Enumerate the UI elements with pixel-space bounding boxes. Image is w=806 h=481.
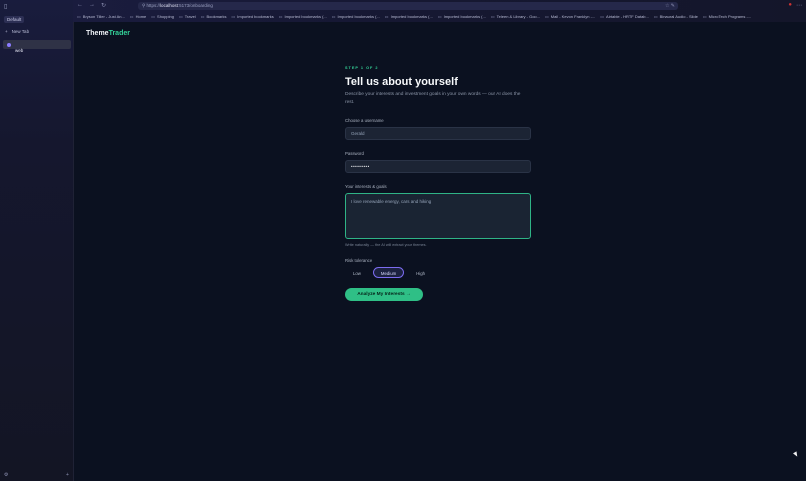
risk-label: Risk tolerance xyxy=(345,258,373,263)
risk-selector: Low Medium High xyxy=(345,267,531,278)
folder-icon: ▭ xyxy=(278,14,283,19)
settings-icon[interactable]: ⚙ xyxy=(4,472,8,478)
bookmark-label: Bryson Tiller - Just An... xyxy=(82,14,125,19)
bookmark-item[interactable]: ▭ Imported bookmarks (... xyxy=(279,13,327,20)
forward-icon[interactable]: → xyxy=(89,2,95,9)
bookmark-item[interactable]: ▭ Imported bookmarks (... xyxy=(332,13,380,20)
interests-textarea[interactable]: I love renewable energy, cars and hiking xyxy=(345,193,531,239)
bookmark-item[interactable]: ▭ Bookmarks xyxy=(201,13,227,20)
bookmark-label: Airtable - HRTF Datab... xyxy=(606,14,649,19)
folder-icon: ▭ xyxy=(653,14,658,19)
app-logo[interactable]: ThemeTrader xyxy=(86,30,130,37)
browser-toolbar: ← → ↻ ⚲ https://localhost:5173/onboardin… xyxy=(73,0,806,22)
sidebar-tab-web[interactable]: web xyxy=(3,40,71,53)
username-label: Choose a username xyxy=(345,118,384,123)
interests-hint: Write naturally — the AI will extract yo… xyxy=(345,243,427,247)
folder-icon: ▭ xyxy=(490,14,495,19)
step-indicator: STEP 1 OF 2 xyxy=(345,66,379,70)
logo-text-theme: Theme xyxy=(86,30,109,37)
bookmark-item[interactable]: ▭ Airtable - HRTF Datab... xyxy=(600,13,649,20)
interests-label: Your interests & goals xyxy=(345,184,387,189)
folder-icon: ▭ xyxy=(200,14,205,19)
url-host: localhost xyxy=(160,3,178,8)
analyze-interests-button[interactable]: Analyze My Interests → xyxy=(345,288,423,301)
bookmark-star-icon[interactable]: ☆ ✎ xyxy=(665,2,675,10)
bookmark-item[interactable]: ▭ Imported bookmarks xyxy=(231,13,273,20)
folder-icon: ▭ xyxy=(702,14,707,19)
plus-icon: + xyxy=(5,29,8,34)
bookmark-label: Imported bookmarks (... xyxy=(284,14,327,19)
sidebar-toggle-icon[interactable]: ▯ xyxy=(4,3,7,10)
bookmark-item[interactable]: ▭ MicroTech Programs -... xyxy=(703,13,751,20)
address-bar[interactable]: ⚲ https://localhost:5173/onboarding ☆ ✎ xyxy=(138,2,678,10)
bookmark-label: MicroTech Programs -... xyxy=(708,14,752,19)
folder-icon: ▭ xyxy=(231,14,236,19)
bookmark-item[interactable]: ▭ Home xyxy=(130,13,146,20)
folder-icon: ▭ xyxy=(331,14,336,19)
bookmark-item[interactable]: ▭ Imported bookmarks (... xyxy=(385,13,433,20)
risk-option-medium[interactable]: Medium xyxy=(372,267,405,278)
bookmark-label: Imported bookmarks (... xyxy=(443,14,486,19)
password-label: Password xyxy=(345,151,364,156)
tab-favicon-icon xyxy=(7,42,11,47)
risk-option-high[interactable]: High xyxy=(408,267,433,278)
onboarding-form: STEP 1 OF 2 Tell us about yourself Descr… xyxy=(345,66,531,301)
bookmarks-bar: ▭ Bryson Tiller - Just An... ▭ Home ▭ Shoppin… xyxy=(77,13,751,20)
bookmark-label: Travel xyxy=(184,14,196,19)
folder-icon: ▭ xyxy=(600,14,605,19)
bookmark-label: Imported bookmarks (... xyxy=(337,14,380,19)
menu-icon[interactable]: ⋯ xyxy=(796,2,802,9)
folder-icon: ▭ xyxy=(437,14,442,19)
bookmark-label: Home xyxy=(135,14,147,19)
password-input[interactable]: ••••••••• xyxy=(345,160,531,173)
workspace-badge[interactable]: Default xyxy=(4,16,25,23)
tab-label: web xyxy=(15,47,24,53)
page-content: ThemeTrader STEP 1 OF 2 Tell us about yo… xyxy=(74,22,806,481)
browser-sidebar: ▯ Default + New Tab web ⚙ + xyxy=(0,0,74,481)
folder-icon: ▭ xyxy=(129,14,134,19)
mouse-cursor-icon xyxy=(793,451,799,458)
folder-icon: ▭ xyxy=(384,14,389,19)
bookmark-item[interactable]: ▭ Binaural Audio - Slide xyxy=(654,13,698,20)
bookmark-item[interactable]: ▭ Teleen & Library - Goo... xyxy=(491,13,540,20)
risk-option-low[interactable]: Low xyxy=(345,267,369,278)
bookmark-label: Imported bookmarks (... xyxy=(390,14,433,19)
bookmark-item[interactable]: ▭ Imported bookmarks (... xyxy=(438,13,486,20)
logo-text-trader: Trader xyxy=(108,30,130,37)
bookmark-label: Shopping xyxy=(157,14,174,19)
bookmark-item[interactable]: ▭ Bryson Tiller - Just An... xyxy=(77,13,125,20)
bookmark-label: Teleen & Library - Goo... xyxy=(496,14,540,19)
folder-icon: ▭ xyxy=(77,14,81,19)
bookmark-item[interactable]: ▭ Mail - Kevon Franklyn -... xyxy=(545,13,595,20)
url-scheme: https:// xyxy=(146,3,161,8)
bookmark-label: Imported bookmarks xyxy=(237,14,274,19)
reload-icon[interactable]: ↻ xyxy=(101,2,106,9)
folder-icon: ▭ xyxy=(178,14,183,19)
new-tab-label: New Tab xyxy=(11,29,30,34)
folder-icon: ▭ xyxy=(151,14,156,19)
extension-icon[interactable]: ● xyxy=(788,2,792,9)
bookmark-label: Bookmarks xyxy=(206,14,227,19)
url-path: :5173/onboarding xyxy=(177,3,213,8)
folder-icon: ▭ xyxy=(545,14,549,19)
nav-buttons: ← → ↻ xyxy=(77,2,106,9)
add-icon[interactable]: + xyxy=(66,472,69,478)
back-icon[interactable]: ← xyxy=(77,2,83,9)
bookmark-item[interactable]: ▭ Shopping xyxy=(151,13,174,20)
page-title: Tell us about yourself xyxy=(345,76,458,88)
bookmark-label: Binaural Audio - Slide xyxy=(659,14,698,19)
username-input[interactable]: Gerald xyxy=(345,127,531,140)
new-tab-button[interactable]: + New Tab xyxy=(5,29,29,34)
bookmark-item[interactable]: ▭ Travel xyxy=(179,13,196,20)
window-controls: ● ⋯ xyxy=(788,2,802,9)
page-description: Describe your interests and investment g… xyxy=(345,92,521,105)
bookmark-label: Mail - Kevon Franklyn -... xyxy=(550,14,596,19)
